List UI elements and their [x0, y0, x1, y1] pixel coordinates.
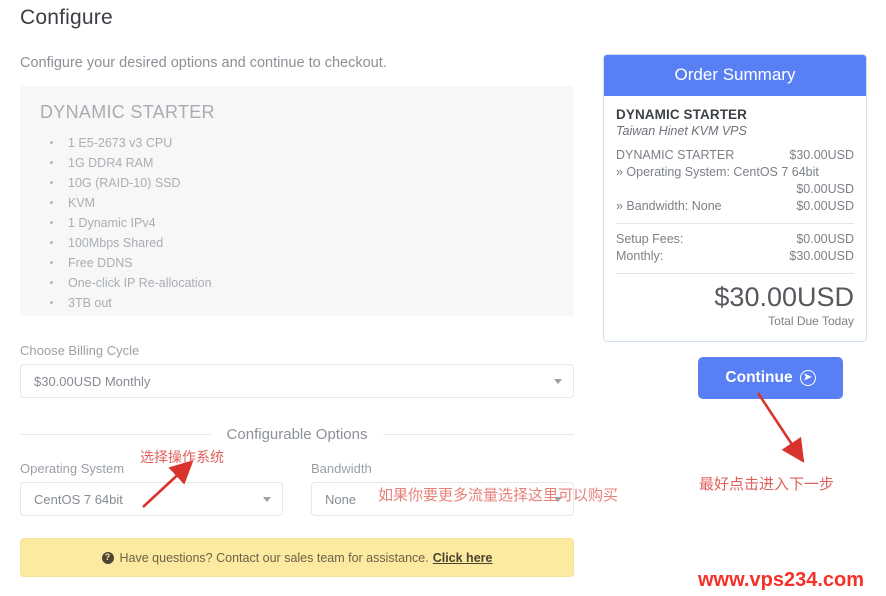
configurable-options-title: Configurable Options — [226, 426, 368, 443]
summary-line-label: » Bandwidth: None — [616, 199, 722, 213]
summary-line: » Bandwidth: None $0.00USD — [616, 198, 854, 215]
list-item: 1 Dynamic IPv4 — [40, 213, 554, 233]
monthly-label: Monthly: — [616, 249, 664, 263]
question-circle-icon: ? — [101, 551, 114, 564]
order-summary-body: DYNAMIC STARTER Taiwan Hinet KVM VPS DYN… — [604, 96, 866, 341]
summary-divider — [616, 273, 854, 274]
total-due-amount: $30.00USD — [714, 282, 854, 312]
list-item: One-click IP Re-allocation — [40, 273, 554, 293]
operating-system-select[interactable]: CentOS 7 64bit — [20, 482, 283, 516]
list-item: 1 E5-2673 v3 CPU — [40, 133, 554, 153]
click-here-link[interactable]: Click here — [433, 551, 493, 565]
bandwidth-label: Bandwidth — [311, 461, 372, 476]
setup-fees-value: $0.00USD — [796, 232, 854, 246]
summary-line-value: $30.00USD — [789, 148, 854, 162]
order-summary-panel: Order Summary DYNAMIC STARTER Taiwan Hin… — [603, 54, 867, 342]
summary-line: DYNAMIC STARTER $30.00USD — [616, 147, 854, 164]
watermark-url: www.vps234.com — [698, 569, 864, 591]
arrow-right-circle-icon: ➤ — [799, 370, 816, 386]
order-summary-header: Order Summary — [604, 55, 866, 96]
configure-form-column: DYNAMIC STARTER 1 E5-2673 v3 CPU 1G DDR4… — [20, 86, 575, 577]
bandwidth-field: Bandwidth None — [311, 461, 574, 516]
list-item: 1G DDR4 RAM — [40, 153, 554, 173]
summary-divider — [616, 223, 854, 224]
total-due-label: Total Due Today — [768, 314, 854, 328]
alert-text: Have questions? Contact our sales team f… — [119, 550, 429, 565]
list-item: KVM — [40, 193, 554, 213]
summary-line-items: DYNAMIC STARTER $30.00USD » Operating Sy… — [616, 147, 854, 215]
sales-help-alert: ? Have questions? Contact our sales team… — [20, 538, 574, 577]
summary-fee-row: Setup Fees: $0.00USD — [616, 231, 854, 248]
list-item: Free DDNS — [40, 253, 554, 273]
billing-cycle-value: $30.00USD Monthly — [34, 373, 151, 389]
list-item: 10G (RAID-10) SSD — [40, 173, 554, 193]
summary-product-tagline: Taiwan Hinet KVM VPS — [616, 124, 747, 138]
setup-fees-label: Setup Fees: — [616, 232, 684, 246]
chevron-down-icon — [554, 379, 562, 384]
summary-fee-row: Monthly: $30.00USD — [616, 248, 854, 265]
summary-product-name: DYNAMIC STARTER — [616, 107, 747, 122]
summary-line-value: $0.00USD — [796, 199, 854, 213]
operating-system-field: Operating System CentOS 7 64bit — [20, 461, 283, 516]
billing-cycle-field: Choose Billing Cycle $30.00USD Monthly — [20, 343, 574, 398]
chevron-down-icon — [263, 497, 271, 502]
page-title: Configure — [20, 6, 113, 29]
product-feature-list: 1 E5-2673 v3 CPU 1G DDR4 RAM 10G (RAID-1… — [40, 133, 554, 313]
operating-system-label: Operating System — [20, 461, 125, 476]
summary-fees: Setup Fees: $0.00USD Monthly: $30.00USD — [616, 231, 854, 265]
product-name: DYNAMIC STARTER — [40, 102, 215, 122]
configurable-options-row: Operating System CentOS 7 64bit Bandwidt… — [20, 461, 574, 516]
configurable-options-legend: Configurable Options — [20, 426, 575, 443]
bandwidth-value: None — [325, 491, 357, 507]
summary-line: » Operating System: CentOS 7 64bit $0.00… — [616, 164, 854, 198]
list-item: 3TB out — [40, 293, 554, 313]
billing-cycle-label: Choose Billing Cycle — [20, 343, 140, 358]
product-summary-box: DYNAMIC STARTER 1 E5-2673 v3 CPU 1G DDR4… — [20, 86, 574, 316]
divider-right — [383, 434, 575, 435]
billing-cycle-select[interactable]: $30.00USD Monthly — [20, 364, 574, 398]
summary-line-label: DYNAMIC STARTER — [616, 148, 735, 162]
operating-system-value: CentOS 7 64bit — [34, 491, 123, 507]
divider-left — [20, 434, 211, 435]
continue-button-label: Continue — [725, 369, 793, 386]
chevron-down-icon — [554, 497, 562, 502]
monthly-value: $30.00USD — [789, 249, 854, 263]
page-subtitle: Configure your desired options and conti… — [20, 55, 387, 71]
continue-button[interactable]: Continue ➤ — [698, 357, 843, 399]
bandwidth-select[interactable]: None — [311, 482, 574, 516]
summary-line-value: $0.00USD — [796, 182, 854, 196]
annotation-continue: 最好点击进入下一步 — [699, 476, 835, 493]
list-item: 100Mbps Shared — [40, 233, 554, 253]
summary-line-label: » Operating System: CentOS 7 64bit — [616, 165, 819, 179]
configure-page: Configure Configure your desired options… — [0, 0, 886, 596]
